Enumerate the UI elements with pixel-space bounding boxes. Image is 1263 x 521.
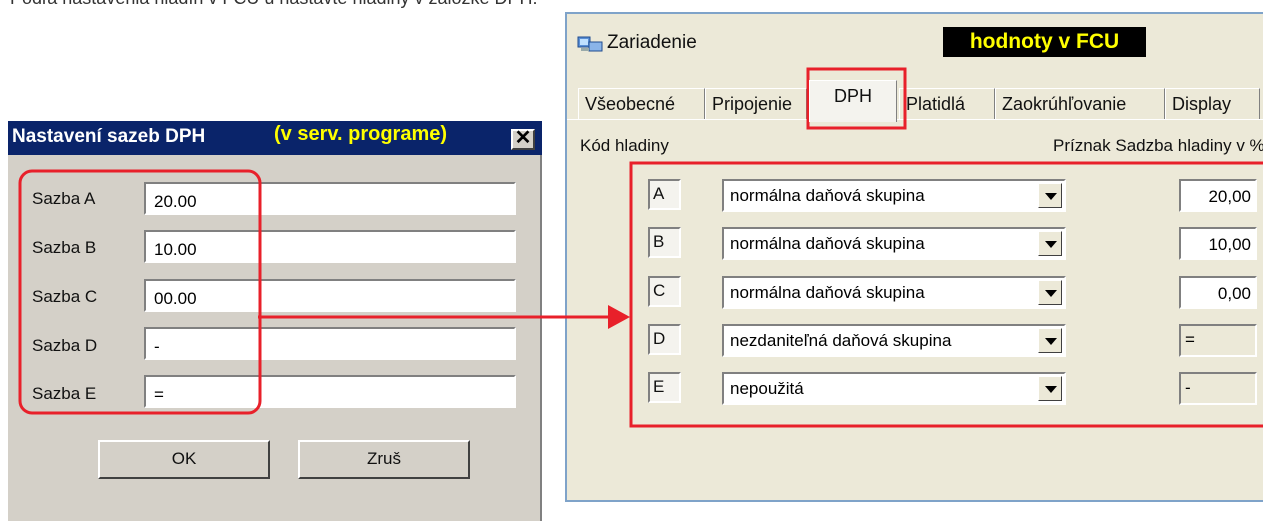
- group-e-value: nepoužitá: [730, 379, 804, 398]
- rate-d-input: =: [1179, 324, 1257, 357]
- tab-payments[interactable]: Platidlá: [899, 88, 995, 120]
- code-b: B: [648, 227, 681, 258]
- instruction-text: Podľa nastavenia hladín v FCU u nastavte…: [10, 0, 538, 9]
- group-b-select[interactable]: normálna daňová skupina: [722, 227, 1066, 260]
- cancel-button[interactable]: Zruš: [298, 440, 470, 479]
- code-c: C: [648, 276, 681, 307]
- tab-panel-border: [567, 119, 1263, 120]
- rate-b-input[interactable]: 10.00: [144, 230, 516, 263]
- dropdown-arrow-icon[interactable]: [1038, 328, 1062, 353]
- code-a: A: [648, 179, 681, 210]
- group-d-select[interactable]: nezdaniteľná daňová skupina: [722, 324, 1066, 357]
- rate-b-label: Sazba B: [32, 238, 97, 257]
- rate-c-input[interactable]: 0,00: [1179, 276, 1257, 309]
- dropdown-arrow-icon[interactable]: [1038, 231, 1062, 256]
- rate-a-input[interactable]: 20,00: [1179, 179, 1257, 212]
- rate-c-input[interactable]: 00.00: [144, 279, 516, 312]
- dialog-title: Nastavení sazeb DPH: [12, 126, 206, 147]
- code-e: E: [648, 372, 681, 403]
- dialog-title-note: (v serv. programe): [274, 123, 448, 145]
- group-c-value: normálna daňová skupina: [730, 283, 925, 302]
- group-b-value: normálna daňová skupina: [730, 234, 925, 253]
- rate-e-label: Sazba E: [32, 384, 97, 403]
- rate-e-input[interactable]: =: [144, 375, 516, 408]
- code-d: D: [648, 324, 681, 355]
- vat-rates-dialog: Nastavení sazeb DPH (v serv. programe) ✕…: [8, 121, 542, 521]
- dropdown-arrow-icon[interactable]: [1038, 183, 1062, 208]
- rate-b-input[interactable]: 10,00: [1179, 227, 1257, 260]
- tab-connection[interactable]: Pripojenie: [705, 88, 807, 120]
- group-a-value: normálna daňová skupina: [730, 186, 925, 205]
- computer-icon: [577, 36, 603, 52]
- group-d-value: nezdaniteľná daňová skupina: [730, 331, 952, 350]
- flag-rate-header: Príznak Sadzba hladiny v %: [1053, 136, 1263, 155]
- rate-c-label: Sazba C: [32, 287, 98, 306]
- rate-d-input[interactable]: -: [144, 327, 516, 360]
- device-dialog: Zariadenie hodnoty v FCU Všeobecné Pripo…: [565, 12, 1263, 502]
- dropdown-arrow-icon[interactable]: [1038, 376, 1062, 401]
- tab-display[interactable]: Display: [1165, 88, 1260, 120]
- group-e-select[interactable]: nepoužitá: [722, 372, 1066, 405]
- close-icon[interactable]: ✕: [511, 128, 535, 150]
- tab-rounding[interactable]: Zaokrúhľovanie: [995, 88, 1165, 120]
- dialog-edge: [540, 155, 542, 521]
- dropdown-arrow-icon[interactable]: [1038, 280, 1062, 305]
- rate-e-input: -: [1179, 372, 1257, 405]
- fcu-values-badge: hodnoty v FCU: [943, 27, 1146, 57]
- group-c-select[interactable]: normálna daňová skupina: [722, 276, 1066, 309]
- rate-d-label: Sazba D: [32, 336, 98, 355]
- rate-a-label: Sazba A: [32, 189, 96, 208]
- rate-a-input[interactable]: 20.00: [144, 182, 516, 215]
- dialog-title: Zariadenie: [607, 32, 697, 53]
- group-a-select[interactable]: normálna daňová skupina: [722, 179, 1066, 212]
- tab-general[interactable]: Všeobecné: [578, 88, 705, 120]
- code-header: Kód hladiny: [580, 136, 669, 155]
- dialog-titlebar: Nastavení sazeb DPH (v serv. programe) ✕: [8, 121, 542, 155]
- ok-button[interactable]: OK: [98, 440, 270, 479]
- tab-vat[interactable]: DPH: [809, 80, 897, 122]
